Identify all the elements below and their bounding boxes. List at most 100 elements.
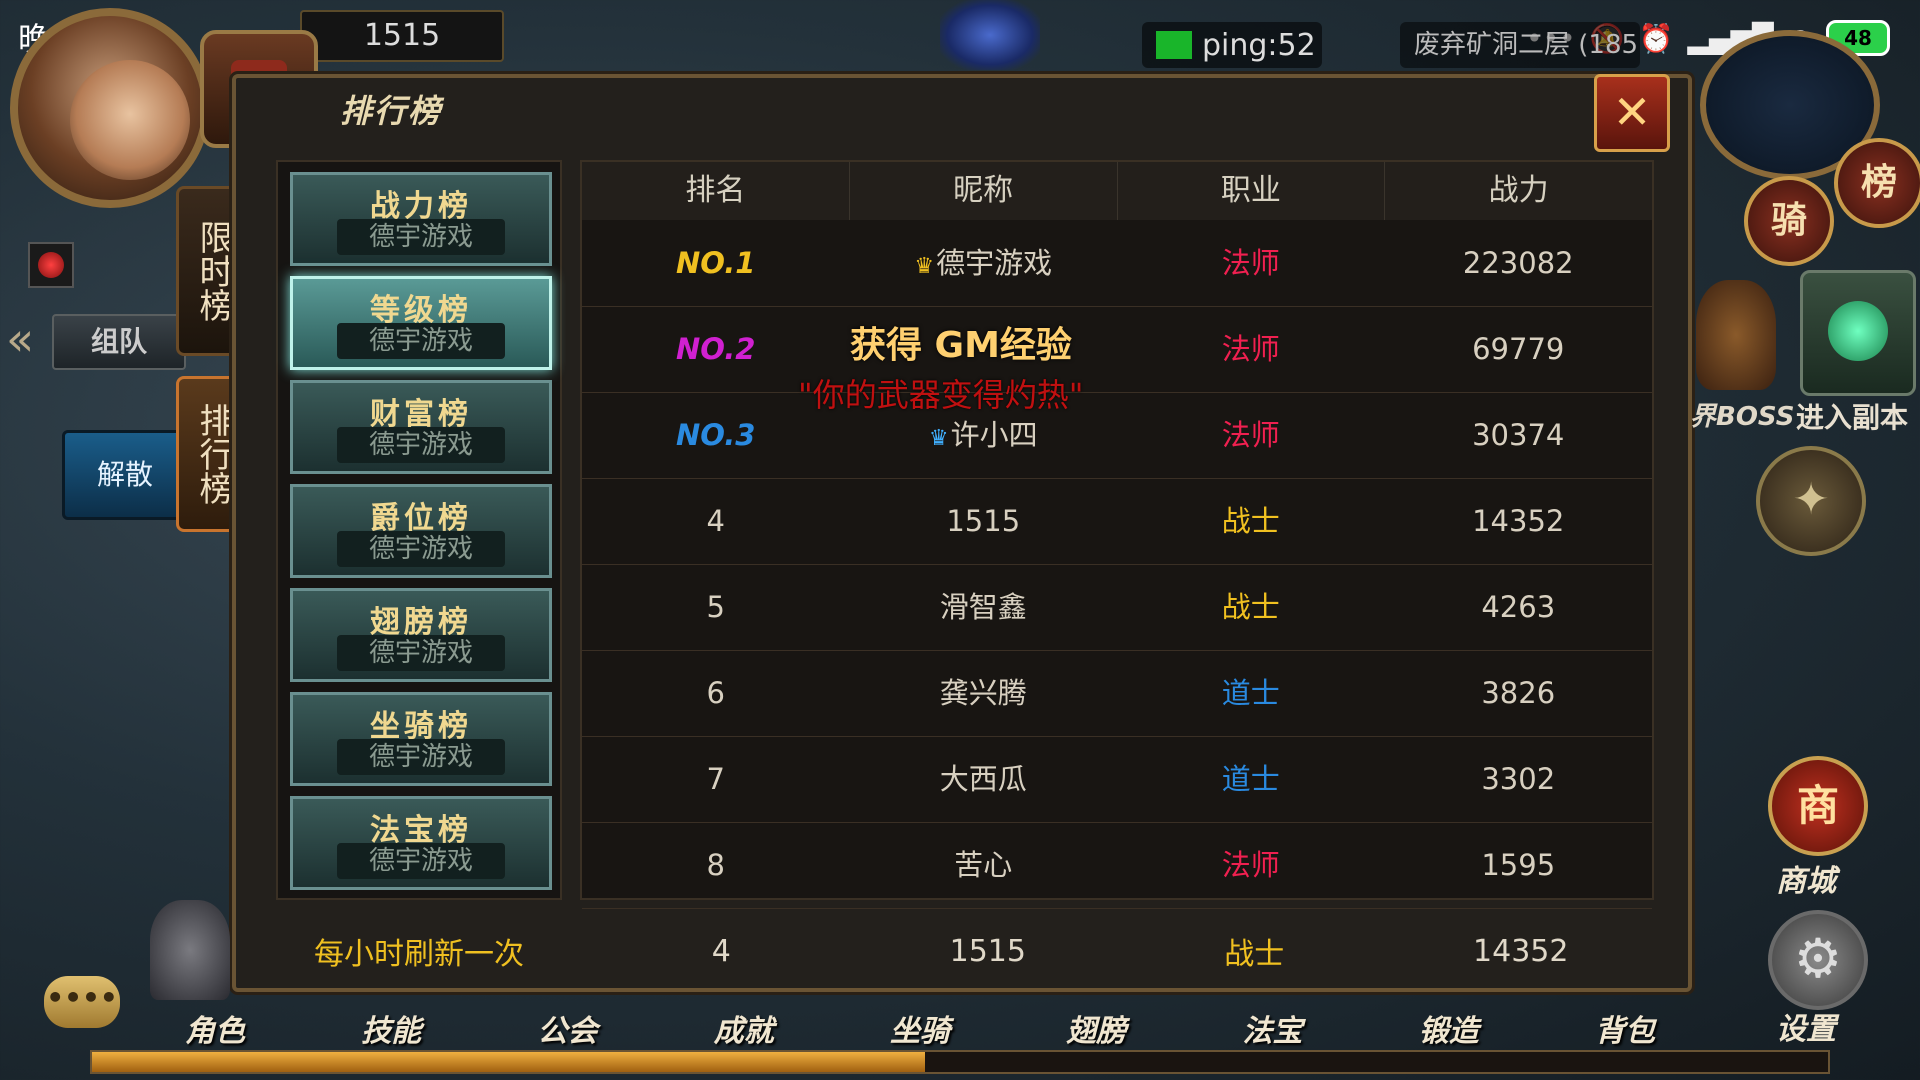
- gold-display: 1515: [300, 10, 504, 62]
- name-cell: 苦心: [954, 848, 1013, 882]
- team-button[interactable]: 组队: [52, 314, 186, 370]
- rank-cell: 8: [706, 848, 725, 882]
- gear-icon[interactable]: ⚙: [1768, 910, 1868, 1010]
- crown-icon: ♛: [914, 254, 935, 279]
- category-tab-level[interactable]: 等级榜 德宇游戏: [290, 276, 552, 370]
- disband-button[interactable]: 解散: [62, 430, 188, 520]
- settings-label[interactable]: 设置: [1776, 1004, 1836, 1048]
- power-cell: 223082: [1462, 246, 1574, 280]
- crown-icon: ♛: [928, 426, 949, 451]
- category-leader: 德宇游戏: [337, 323, 505, 359]
- buff-icon[interactable]: [28, 242, 74, 288]
- category-tab-wings[interactable]: 翅膀榜 德宇游戏: [290, 588, 552, 682]
- header-name: 昵称: [850, 162, 1118, 220]
- table-row[interactable]: 8 苦心 法师 1595: [582, 822, 1652, 909]
- player-name: 许小四: [950, 418, 1038, 452]
- name-cell: 大西瓜: [939, 762, 1027, 796]
- nav-skills[interactable]: 技能: [316, 1006, 466, 1049]
- alarm-icon: ⏰: [1638, 21, 1674, 55]
- category-tab-wealth[interactable]: 财富榜 德宇游戏: [290, 380, 552, 474]
- chat-button[interactable]: ••••: [44, 976, 120, 1028]
- power-cell: 3302: [1481, 762, 1556, 796]
- power-cell: 4263: [1481, 590, 1556, 624]
- my-rank: 4: [711, 933, 731, 969]
- dungeon-label[interactable]: 进入副本: [1796, 396, 1908, 436]
- close-button[interactable]: ✕: [1594, 74, 1670, 152]
- rank-category-list: 战力榜 德宇游戏 等级榜 德宇游戏 财富榜 德宇游戏 爵位榜 德宇游戏 翅膀榜 …: [276, 160, 562, 900]
- category-leader: 德宇游戏: [337, 739, 505, 775]
- refresh-note: 每小时刷新一次: [314, 937, 525, 972]
- job-cell: 战士: [1221, 590, 1280, 624]
- close-icon: ✕: [1612, 85, 1652, 139]
- rank-cell: 7: [706, 762, 725, 796]
- map-glow: [940, 0, 1040, 70]
- exp-gain-notice: 获得 GM经验: [850, 325, 1072, 366]
- category-tab-title[interactable]: 爵位榜 德宇游戏: [290, 484, 552, 578]
- rank-cell: 5: [706, 590, 725, 624]
- job-cell: 道士: [1221, 762, 1280, 796]
- category-leader: 德宇游戏: [337, 531, 505, 567]
- tab-rank-label: 排行榜: [193, 403, 233, 505]
- table-row[interactable]: NO.3 ♛许小四 法师 30374: [582, 392, 1652, 479]
- job-cell: 法师: [1221, 246, 1280, 280]
- name-cell: 1515: [946, 504, 1021, 538]
- category-tab-power[interactable]: 战力榜 德宇游戏: [290, 172, 552, 266]
- world-boss-label[interactable]: 界BOSS: [1690, 396, 1794, 433]
- ranking-table: 排名 昵称 职业 战力 NO.1 ♛德宇游戏 法师 223082 NO.2 法师…: [580, 160, 1654, 909]
- my-rank-row: 每小时刷新一次 4 1515 战士 14352: [250, 910, 1654, 992]
- table-row[interactable]: 6 龚兴腾 道士 3826: [582, 650, 1652, 737]
- power-cell: 30374: [1472, 418, 1565, 452]
- header-power: 战力: [1488, 173, 1549, 208]
- exp-bar-fill: [92, 1052, 926, 1072]
- header-job: 职业: [1118, 162, 1386, 220]
- power-cell: 3826: [1481, 676, 1556, 710]
- my-power: 14352: [1473, 933, 1569, 969]
- category-leader: 德宇游戏: [337, 427, 505, 463]
- nav-treasure[interactable]: 法宝: [1198, 1006, 1348, 1049]
- category-tab-mount[interactable]: 坐骑榜 德宇游戏: [290, 692, 552, 786]
- table-row[interactable]: NO.1 ♛德宇游戏 法师 223082: [582, 220, 1652, 307]
- wing-emblem-icon[interactable]: ✦: [1756, 446, 1866, 556]
- nav-mount[interactable]: 坐骑: [845, 1006, 995, 1049]
- table-row[interactable]: 4 1515 战士 14352: [582, 478, 1652, 565]
- bottom-nav: 角色 技能 公会 成就 坐骑 翅膀 法宝 锻造 背包: [140, 1006, 1700, 1049]
- job-cell: 道士: [1221, 676, 1280, 710]
- table-header: 排名 昵称 职业 战力: [582, 162, 1652, 220]
- name-cell: 滑智鑫: [939, 590, 1027, 624]
- exp-bar: [90, 1050, 1830, 1074]
- collapse-arrows-icon[interactable]: «: [6, 312, 34, 366]
- nav-backpack[interactable]: 背包: [1550, 1006, 1700, 1049]
- job-cell: 法师: [1221, 418, 1280, 452]
- ping-status-icon: [1156, 31, 1192, 59]
- panel-title: 排行榜: [340, 92, 443, 130]
- rank-button[interactable]: 榜: [1834, 138, 1920, 228]
- nav-forge[interactable]: 锻造: [1374, 1006, 1524, 1049]
- nav-guild[interactable]: 公会: [493, 1006, 643, 1049]
- name-cell: 龚兴腾: [939, 676, 1027, 710]
- name-cell: ♛德宇游戏: [850, 220, 1118, 306]
- ping-indicator: ping:52: [1142, 22, 1322, 68]
- table-row[interactable]: 7 大西瓜 道士 3302: [582, 736, 1652, 823]
- job-cell: 法师: [1221, 332, 1280, 366]
- job-cell: 法师: [1221, 848, 1280, 882]
- category-leader: 德宇游戏: [337, 843, 505, 879]
- world-boss-icon[interactable]: [1696, 280, 1776, 390]
- shop-button[interactable]: 商: [1768, 756, 1868, 856]
- category-tab-treasure[interactable]: 法宝榜 德宇游戏: [290, 796, 552, 890]
- nav-achievements[interactable]: 成就: [669, 1006, 819, 1049]
- rank-cell: NO.1: [676, 246, 756, 280]
- power-cell: 1595: [1481, 848, 1556, 882]
- job-cell: 战士: [1221, 504, 1280, 538]
- ping-text: ping:52: [1202, 27, 1316, 63]
- nav-wings[interactable]: 翅膀: [1021, 1006, 1171, 1049]
- ride-button[interactable]: 骑: [1744, 176, 1834, 266]
- location-text: 废弃矿洞二层 (185,66: [1400, 22, 1640, 68]
- dungeon-portal-icon[interactable]: [1800, 270, 1916, 396]
- table-row[interactable]: 5 滑智鑫 战士 4263: [582, 564, 1652, 651]
- nav-character[interactable]: 角色: [140, 1006, 290, 1049]
- shop-label[interactable]: 商城: [1776, 856, 1836, 900]
- rank-cell: 6: [706, 676, 725, 710]
- my-name: 1515: [949, 933, 1026, 969]
- header-rank: 排名: [582, 162, 850, 220]
- table-row[interactable]: NO.2 法师 69779: [582, 306, 1652, 393]
